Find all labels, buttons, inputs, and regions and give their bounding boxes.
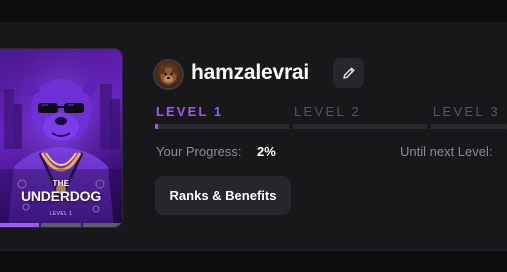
top-bar	[0, 0, 507, 22]
tab-level-3[interactable]: LEVEL 3	[433, 104, 500, 119]
dog-avatar-icon[interactable]	[155, 61, 182, 88]
rank-card: THE UNDERDOG LEVEL 1	[0, 49, 122, 227]
username: hamzalevrai	[191, 61, 310, 84]
rank-card-progress	[0, 223, 122, 227]
tab-level-2[interactable]: LEVEL 2	[294, 104, 361, 119]
progress-label: Your Progress:	[156, 144, 242, 159]
rank-card-title: UNDERDOG	[20, 188, 102, 204]
level-1-progress-bar	[155, 124, 289, 129]
level-1-progress-fill	[155, 124, 158, 129]
rank-card-progress-segment	[0, 223, 40, 227]
rank-card-prefix: THE	[52, 179, 70, 188]
level-3-progress-bar	[431, 124, 507, 129]
rank-card-progress-segment	[41, 223, 81, 227]
pencil-icon	[342, 67, 354, 79]
rank-page: THE UNDERDOG LEVEL 1 hamzalevrai LEVEL 1…	[0, 0, 507, 272]
rank-card-level: LEVEL 1	[49, 211, 73, 217]
progress-value: 2%	[257, 144, 276, 159]
level-2-progress-bar	[293, 124, 427, 129]
next-level-label: Until next Level:	[400, 144, 493, 159]
rank-card-progress-segment	[82, 223, 122, 227]
edit-profile-button[interactable]	[333, 58, 364, 88]
tab-level-1[interactable]: LEVEL 1	[156, 104, 223, 119]
ranks-benefits-button[interactable]: Ranks & Benefits	[155, 176, 291, 215]
bottom-bar	[0, 250, 507, 272]
